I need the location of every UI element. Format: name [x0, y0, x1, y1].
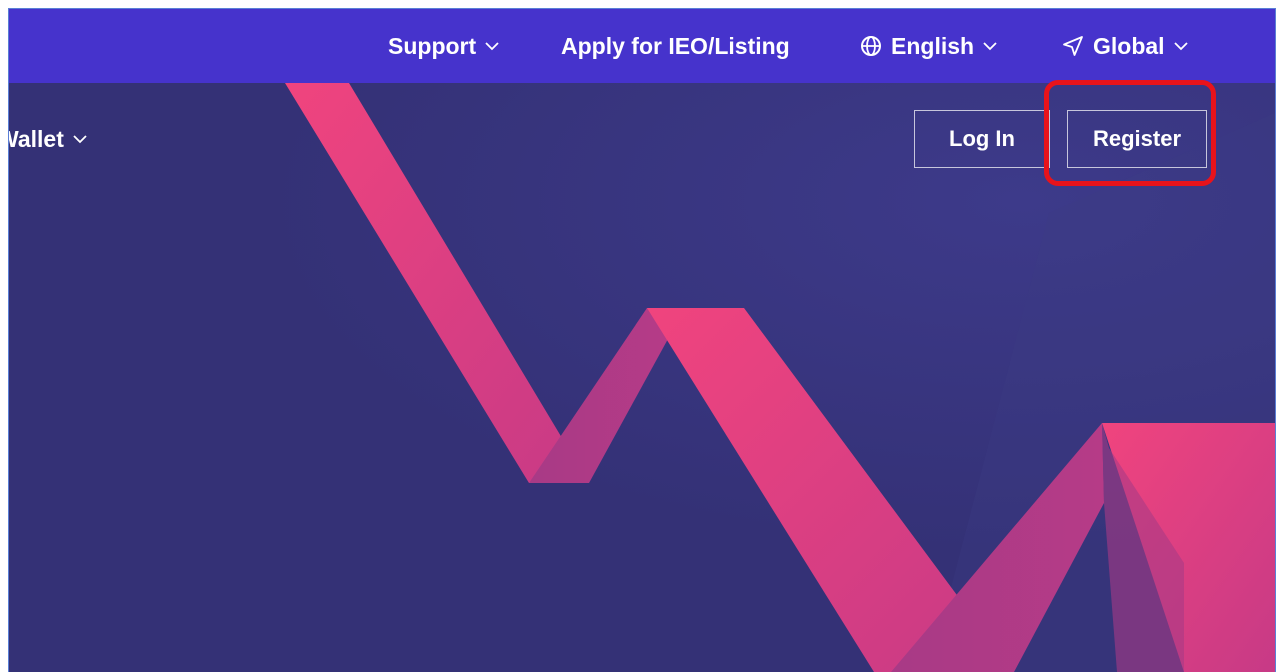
register-label: Register [1092, 126, 1182, 151]
navigation-arrow-icon [1063, 36, 1083, 56]
chevron-down-icon [983, 42, 997, 51]
browser-viewport: Support Apply for IEO/Listing English Gl… [8, 8, 1276, 672]
apply-ieo-listing-label: Apply for IEO/Listing [561, 32, 790, 59]
top-bar: Support Apply for IEO/Listing English Gl… [9, 9, 1275, 83]
language-selector[interactable]: English [860, 9, 998, 83]
support-menu[interactable]: Support [388, 9, 500, 83]
region-selector[interactable]: Global [1061, 9, 1189, 83]
hero-banner: Wallet Log In Register [9, 83, 1275, 672]
region-label: Global [1093, 32, 1165, 59]
globe-icon [861, 36, 881, 56]
ribbon-graphic [9, 83, 1275, 672]
apply-ieo-listing-link[interactable]: Apply for IEO/Listing [561, 9, 790, 83]
support-label: Support [388, 32, 477, 59]
login-label: Log In [949, 126, 1015, 151]
login-button[interactable]: Log In [914, 110, 1050, 168]
wallet-label: Wallet [9, 125, 64, 152]
chevron-down-icon [485, 42, 499, 51]
language-label: English [891, 32, 975, 59]
chevron-down-icon [73, 135, 87, 144]
wallet-menu[interactable]: Wallet [9, 119, 88, 159]
chevron-down-icon [1173, 42, 1188, 51]
register-button[interactable]: Register [1067, 110, 1207, 168]
top-nav: Support Apply for IEO/Listing English Gl… [9, 9, 1275, 83]
